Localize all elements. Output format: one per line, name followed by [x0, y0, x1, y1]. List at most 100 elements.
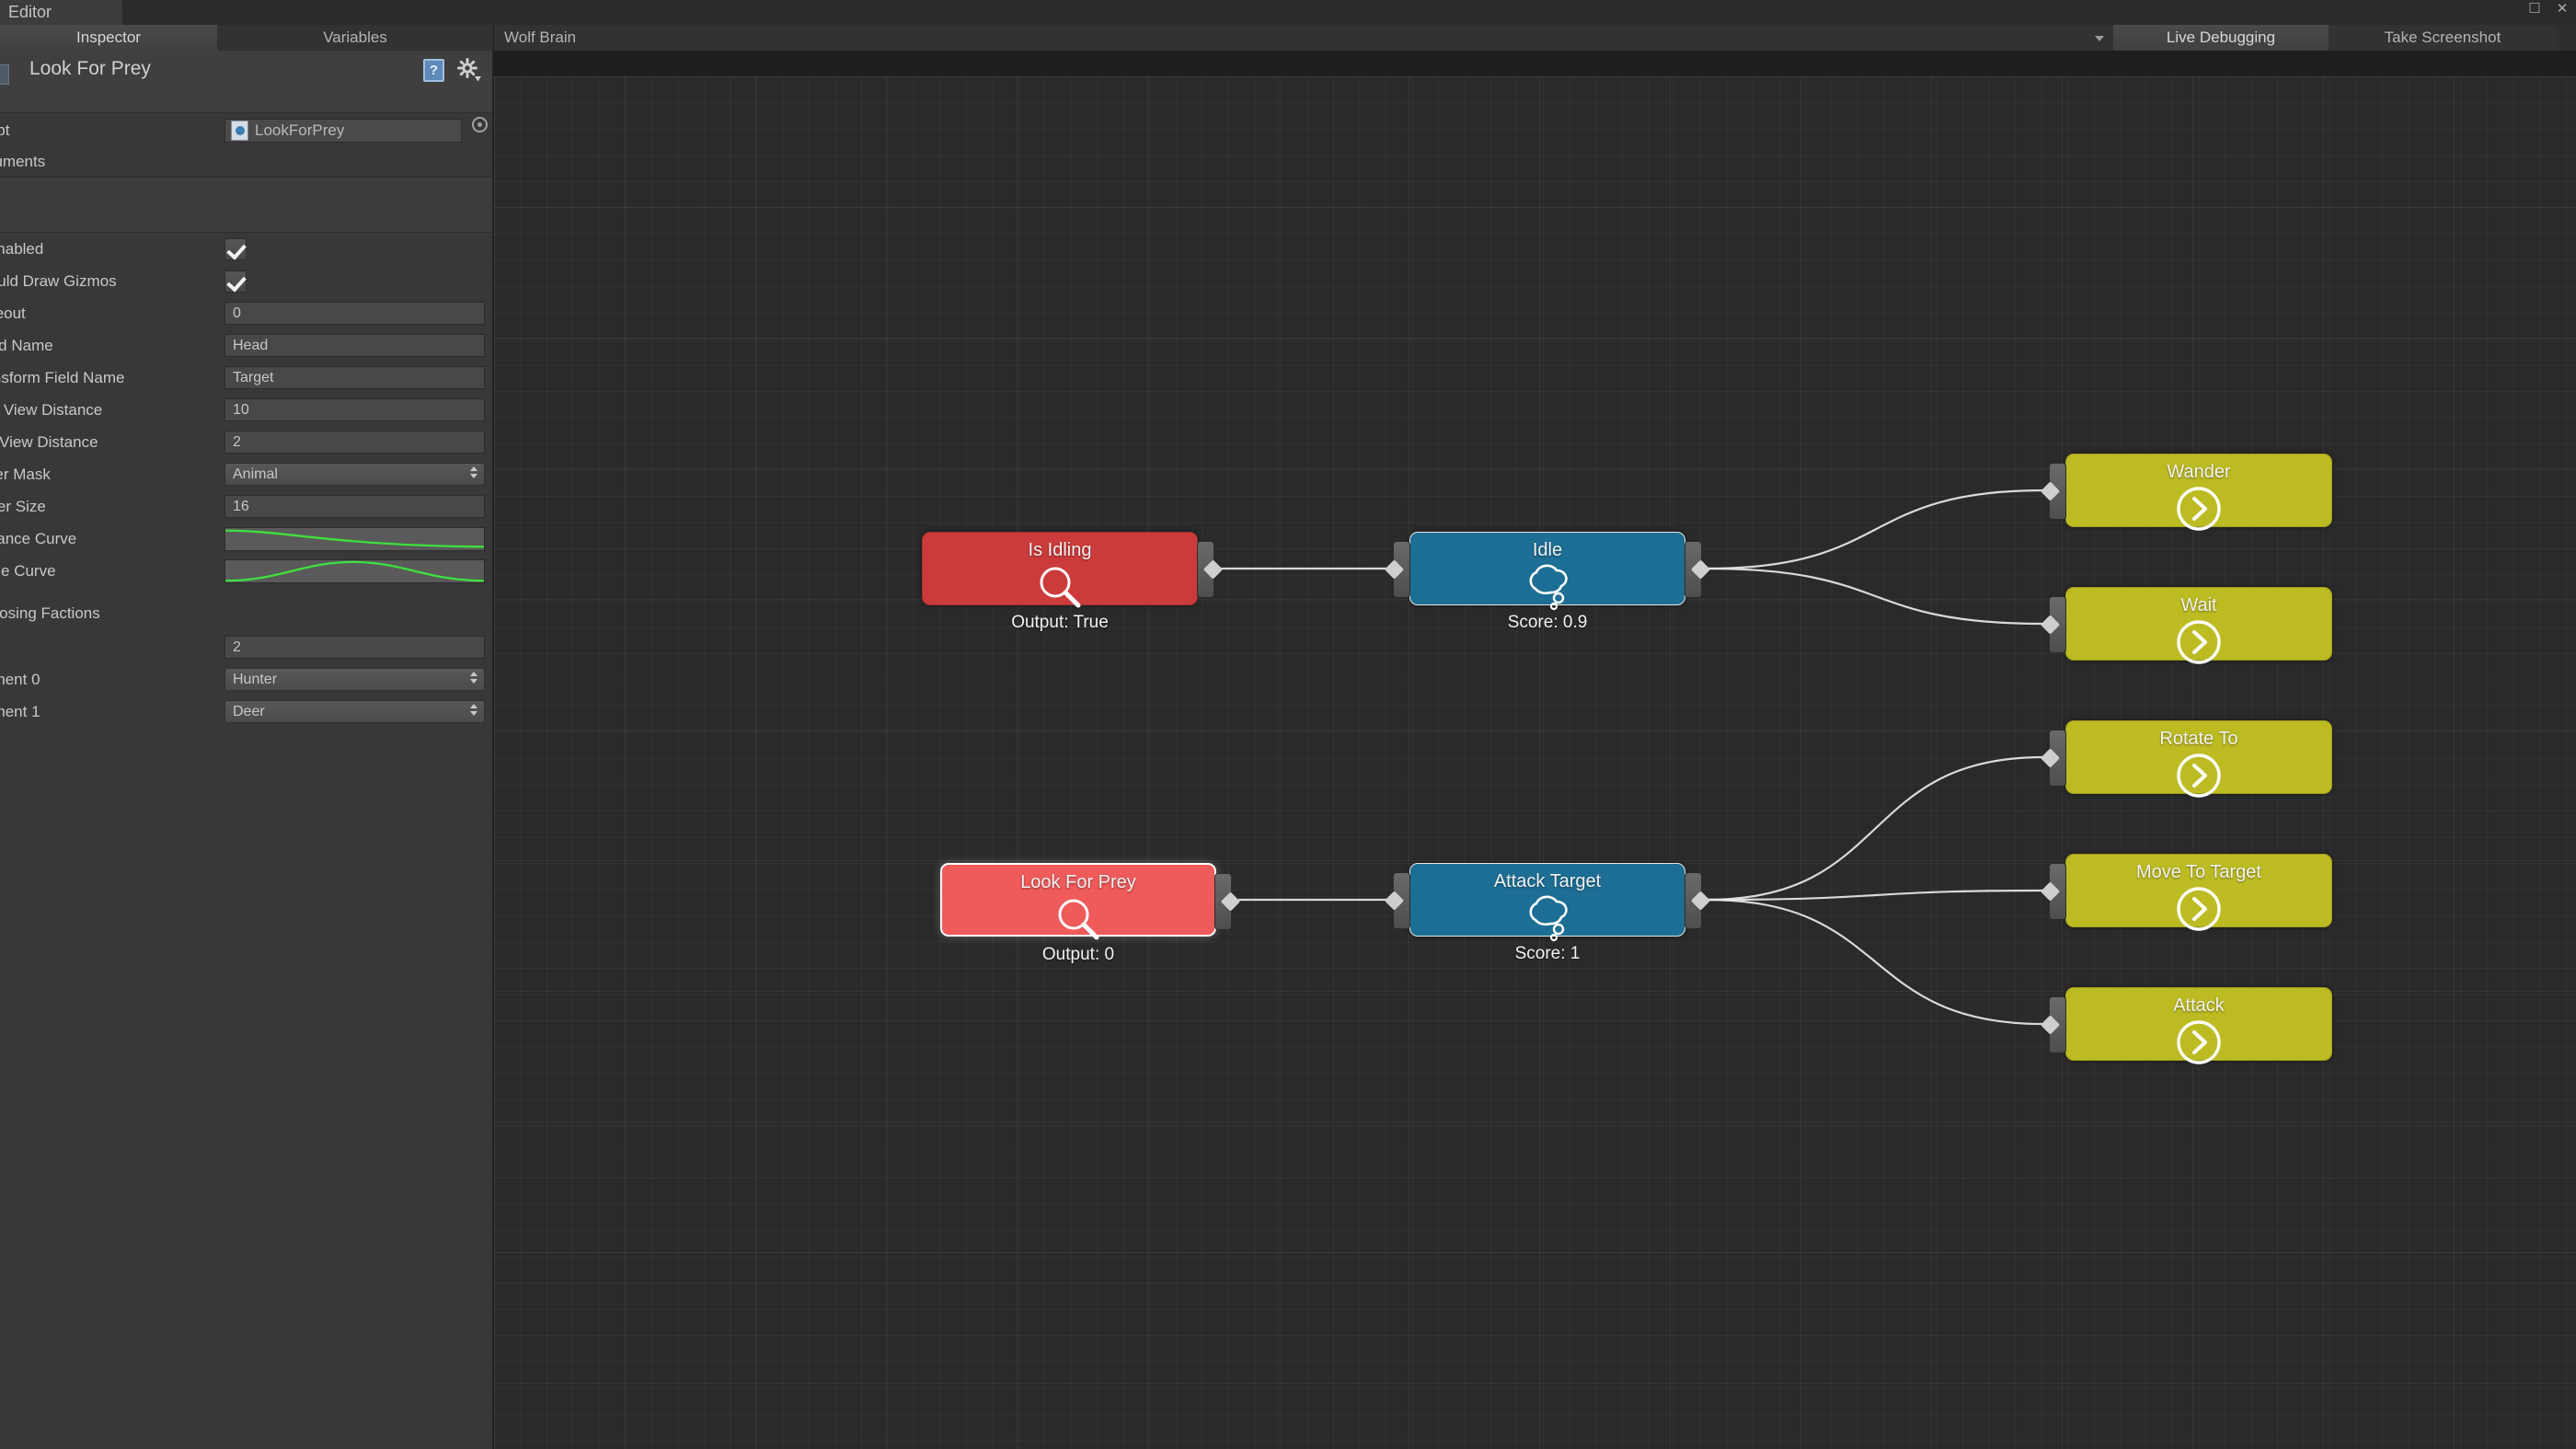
tab-live-debugging[interactable]: Live Debugging: [2113, 25, 2329, 51]
help-icon[interactable]: ?: [423, 58, 444, 82]
graph-node-move-to-target[interactable]: Move To Target: [2040, 854, 2332, 931]
inspector-row: Is Enabled: [0, 233, 492, 265]
wire-attack-target-to-attack: [1707, 898, 2044, 1026]
row-checkbox[interactable]: [224, 270, 247, 293]
wire-idle-to-wander: [1707, 489, 2044, 570]
row-value: Hunter: [233, 671, 278, 687]
tab-take-screenshot[interactable]: Take Screenshot: [2329, 25, 2557, 51]
graph-node-is-idling[interactable]: Is Idling Output: True: [922, 532, 1224, 632]
node-input-port[interactable]: [2040, 863, 2066, 920]
node-input-port[interactable]: [1384, 872, 1410, 929]
node-output-port[interactable]: [1197, 541, 1224, 598]
node-footer: Output: 0: [1041, 945, 1115, 964]
graph-node-attack-target[interactable]: Attack Target Score: 1: [1384, 863, 1711, 963]
curve-field[interactable]: [224, 558, 485, 583]
tab-inspector-label: Inspector: [76, 29, 141, 46]
node-title: Is Idling: [1028, 540, 1092, 560]
dropdown-arrows-icon: [470, 466, 477, 478]
row-text-field[interactable]: 2: [224, 636, 485, 659]
graph-node-wait[interactable]: Wait: [2040, 587, 2332, 664]
node-input-port[interactable]: [1384, 541, 1410, 598]
array-rows: Size2 Element 0 Hunter Element 1 Deer: [0, 631, 492, 728]
row-text-field[interactable]: 16: [224, 495, 485, 518]
maximize-icon[interactable]: ☐: [2526, 1, 2543, 17]
node-input-port[interactable]: [2040, 596, 2066, 653]
graph-canvas[interactable]: Is Idling Output: True Idle Score: 0.9 Look …: [494, 76, 2576, 1449]
graph-node-look-for-prey[interactable]: Look For Prey Output: 0: [940, 863, 1241, 964]
node-input-port[interactable]: [2040, 463, 2066, 520]
node-title: Wait: [2180, 595, 2217, 615]
thought-bubble-icon: [1521, 561, 1574, 613]
row-label: Timeout: [0, 304, 26, 322]
row-text-field[interactable]: 10: [224, 398, 485, 421]
close-icon[interactable]: ✕: [2554, 1, 2570, 17]
row-label: Head Name: [0, 336, 53, 354]
inspector-row: Max View Distance 10: [0, 394, 492, 426]
row-dropdown[interactable]: Animal: [224, 463, 485, 486]
row-value: Animal: [233, 466, 278, 482]
row-text-field[interactable]: Target: [224, 366, 485, 389]
row-text-field[interactable]: 2: [224, 431, 485, 454]
row-text-field[interactable]: Head: [224, 334, 485, 357]
row-label: Transform Field Name: [0, 368, 125, 386]
gear-icon[interactable]: [457, 58, 481, 82]
row-dropdown[interactable]: Hunter: [224, 668, 485, 691]
inspector-row: Distance Curve: [0, 523, 492, 555]
row-label: Max View Distance: [0, 400, 103, 419]
node-title: Wander: [2167, 462, 2231, 482]
row-text-field[interactable]: 0: [224, 302, 485, 325]
node-title: Rotate To: [2159, 729, 2238, 749]
tab-wolf-brain[interactable]: Wolf Brain: [494, 25, 2113, 51]
array-section-label: Opposing Factions: [0, 604, 100, 622]
chevron-down-icon[interactable]: [2095, 36, 2104, 41]
window-tab-editor[interactable]: Editor: [0, 0, 122, 25]
component-enabled-checkbox[interactable]: [0, 64, 9, 85]
graph-node-rotate-to[interactable]: Rotate To: [2040, 720, 2332, 798]
row-value: 16: [233, 498, 249, 514]
inspector-row: Size2: [0, 631, 492, 663]
wire-attack-target-to-rotate-to: [1707, 755, 2044, 902]
tab-take-screenshot-label: Take Screenshot: [2384, 29, 2501, 46]
unity-editor-window: Editor ☐ ✕ Inspector Variables Wolf Brai…: [0, 0, 2576, 1449]
dropdown-arrows-icon: [470, 704, 477, 716]
node-footer: Score: 1: [1514, 944, 1581, 963]
inspector-row: Angle Curve: [0, 555, 492, 587]
play-circle-icon: [2173, 616, 2225, 668]
row-label: Arguments: [0, 153, 46, 170]
row-checkbox[interactable]: [224, 237, 247, 260]
title-bar: Editor ☐ ✕: [0, 0, 2576, 36]
inspector-row: Element 1 Deer: [0, 696, 492, 728]
row-label: Distance Curve: [0, 529, 77, 547]
node-output-port[interactable]: [1685, 872, 1711, 929]
node-footer: Output: True: [1011, 613, 1109, 632]
node-title: Look For Prey: [1020, 872, 1136, 892]
node-output-port[interactable]: [1685, 541, 1711, 598]
row-value: Head: [233, 337, 269, 353]
row-value: 0: [233, 305, 241, 321]
curve-field[interactable]: [224, 526, 485, 551]
row-label: Is Enabled: [0, 239, 44, 258]
row-value: 2: [233, 638, 241, 655]
graph-node-attack[interactable]: Attack: [2040, 987, 2332, 1064]
inspector-header: Look For Prey ?: [0, 51, 492, 113]
play-circle-icon: [2173, 883, 2225, 935]
script-object-field[interactable]: LookForPrey: [224, 119, 462, 143]
play-circle-icon: [2173, 483, 2225, 535]
dropdown-arrows-icon: [470, 672, 477, 684]
inspector-row: Layer Mask Animal: [0, 458, 492, 490]
tab-inspector[interactable]: Inspector: [0, 25, 217, 51]
arguments-box: [0, 178, 492, 233]
object-picker-icon[interactable]: [472, 117, 488, 132]
script-file-icon: [231, 121, 248, 141]
row-label: Angle Curve: [0, 561, 56, 580]
node-title: Idle: [1532, 540, 1563, 560]
inspector-row: Should Draw Gizmos: [0, 265, 492, 297]
node-input-port[interactable]: [2040, 996, 2066, 1053]
graph-node-wander[interactable]: Wander: [2040, 454, 2332, 531]
node-output-port[interactable]: [1214, 873, 1241, 930]
graph-node-idle[interactable]: Idle Score: 0.9: [1384, 532, 1711, 632]
row-dropdown[interactable]: Deer: [224, 700, 485, 723]
row-value: 10: [233, 401, 249, 418]
node-input-port[interactable]: [2040, 730, 2066, 787]
tab-variables[interactable]: Variables: [217, 25, 493, 51]
